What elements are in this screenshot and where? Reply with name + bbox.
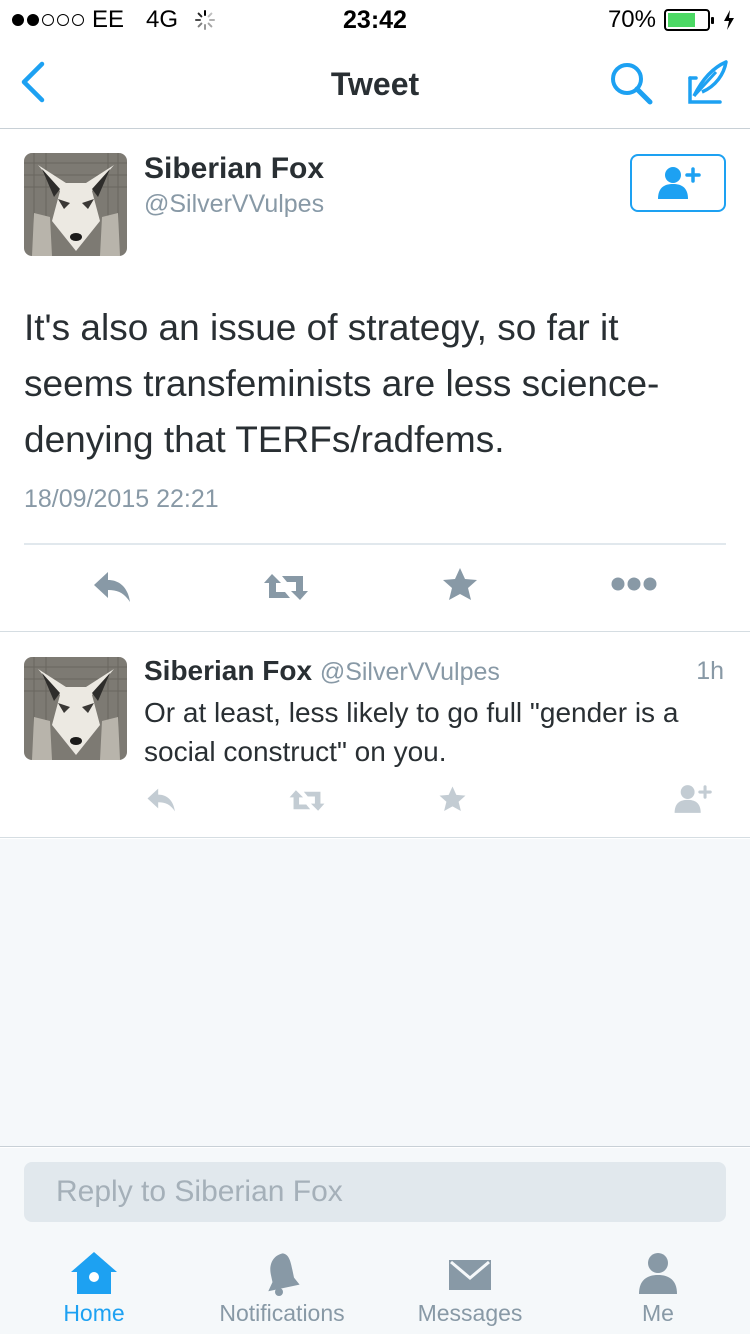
tweet-text: It's also an issue of strategy, so far i…: [24, 307, 660, 460]
charging-bolt-icon: [724, 10, 734, 30]
reply-input[interactable]: [24, 1162, 726, 1222]
tweet-timestamp: 18/09/2015 22:21: [24, 485, 219, 513]
tab-label: Notifications: [219, 1300, 345, 1326]
tab-bar: Home Notifications Messages Me: [0, 1238, 750, 1334]
tab-home[interactable]: Home: [0, 1238, 188, 1334]
battery-icon: [664, 9, 714, 31]
compose-tweet-icon[interactable]: [682, 58, 730, 106]
avatar[interactable]: [24, 657, 127, 760]
tab-me[interactable]: Me: [564, 1238, 750, 1334]
reply-bar: [0, 1148, 750, 1238]
follow-button[interactable]: [630, 154, 726, 212]
reply-icon[interactable]: [146, 787, 178, 813]
author-name[interactable]: Siberian Fox: [144, 655, 312, 686]
empty-content-area: [0, 839, 750, 1147]
more-options-icon[interactable]: [610, 576, 658, 592]
status-right: 70%: [608, 6, 736, 34]
envelope-icon: [449, 1260, 491, 1290]
main-tweet: Siberian Fox @SilverVVulpes It's also an…: [0, 130, 750, 632]
tweet-age: 1h: [696, 657, 724, 685]
nav-bar: Tweet: [0, 40, 750, 129]
divider: [24, 543, 726, 545]
add-user-icon[interactable]: [672, 783, 712, 815]
tab-label: Messages: [417, 1300, 523, 1326]
retweet-icon[interactable]: [262, 570, 310, 604]
reply-header: Siberian Fox @SilverVVulpes: [144, 655, 500, 687]
reply-tweet[interactable]: Siberian Fox @SilverVVulpes 1h Or at lea…: [0, 633, 750, 838]
tab-messages[interactable]: Messages: [376, 1238, 564, 1334]
avatar[interactable]: [24, 153, 127, 256]
search-icon[interactable]: [608, 60, 654, 106]
author-name[interactable]: Siberian Fox: [144, 152, 324, 186]
favorite-star-icon[interactable]: [441, 566, 479, 604]
tab-notifications[interactable]: Notifications: [188, 1238, 376, 1334]
status-bar: EE 4G 23:42 70%: [0, 0, 750, 40]
add-user-icon: [658, 167, 701, 199]
battery-percent: 70%: [607, 6, 656, 33]
retweet-icon[interactable]: [288, 787, 326, 814]
favorite-star-icon[interactable]: [438, 785, 467, 814]
author-handle[interactable]: @SilverVVulpes: [320, 658, 500, 686]
tweet-text: Or at least, less likely to go full "gen…: [144, 697, 679, 767]
bell-icon: [268, 1253, 300, 1296]
home-icon: [71, 1252, 117, 1294]
reply-icon[interactable]: [92, 570, 134, 604]
person-icon: [639, 1253, 677, 1294]
author-handle[interactable]: @SilverVVulpes: [144, 190, 324, 219]
tab-label: Me: [642, 1300, 674, 1326]
tab-label: Home: [63, 1300, 125, 1326]
